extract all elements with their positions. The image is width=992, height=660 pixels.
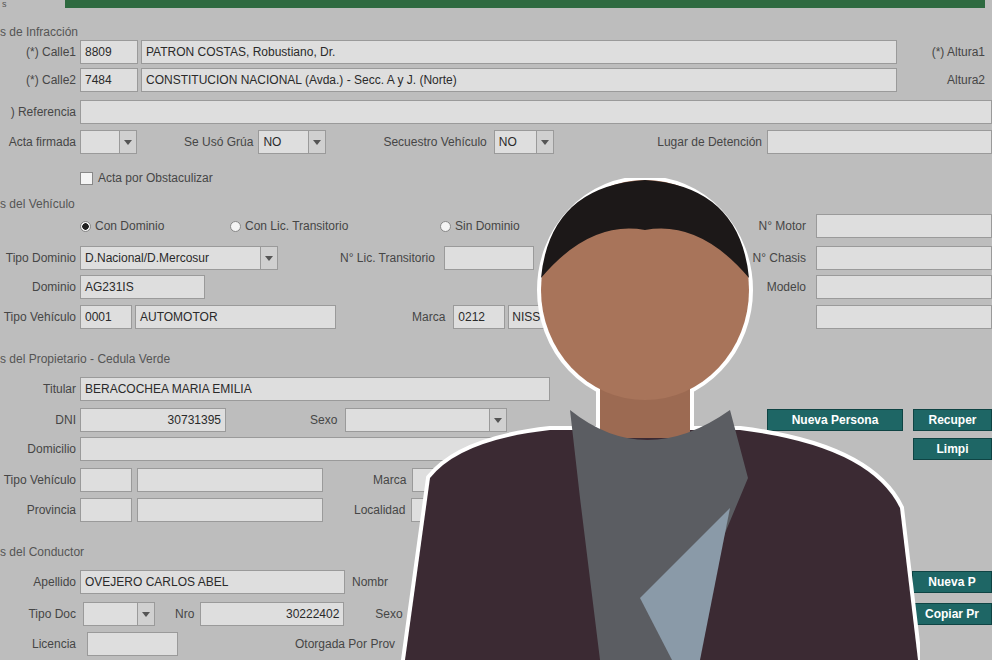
- tipo-field[interactable]: [137, 468, 323, 492]
- clear-button[interactable]: Limpi: [913, 438, 992, 460]
- field-label: DNI: [0, 413, 80, 427]
- acta-firmada-select[interactable]: [80, 130, 137, 154]
- checkbox-label[interactable]: Acta por Obstaculizar: [98, 171, 213, 185]
- field-label: (*) Altura1: [905, 45, 992, 59]
- radio-option[interactable]: Con Dominio: [80, 219, 230, 233]
- dominio-field[interactable]: AG231IS: [80, 275, 205, 299]
- infraction-form-screen: s s de Infracción (*) Calle1 8809 PATRON…: [0, 0, 992, 660]
- titular-field[interactable]: BERACOCHEA MARIA EMILIA: [80, 377, 550, 401]
- provincia-code-field[interactable]: [80, 498, 132, 522]
- tipo-field[interactable]: AUTOMOTOR: [135, 305, 336, 329]
- street-name-field[interactable]: CONSTITUCION NACIONAL (Avda.) - Secc. A …: [141, 68, 897, 92]
- new-person-button[interactable]: Nueva Persona: [767, 409, 903, 431]
- radio-button[interactable]: [80, 221, 91, 232]
- obstaculizar-row: Acta por Obstaculizar: [0, 168, 992, 188]
- secuestro-select[interactable]: NO: [494, 130, 554, 154]
- tipo-vehiculo-row: Tipo Vehículo 0001 AUTOMOTOR Marca 0212 …: [0, 305, 992, 329]
- section-title: s de Infracción: [0, 25, 992, 39]
- field-label: Localidad: [354, 503, 405, 517]
- street-code-field[interactable]: 7484: [80, 68, 138, 92]
- nro-field[interactable]: 30222402: [200, 602, 344, 626]
- section-title: s del Vehículo: [0, 196, 992, 212]
- provincia-field[interactable]: [137, 498, 323, 522]
- grua-select[interactable]: NO: [258, 130, 326, 154]
- field-label: Sexo: [310, 413, 337, 427]
- field-label: Dominio: [0, 280, 80, 294]
- dropdown-arrow-icon[interactable]: [536, 131, 553, 153]
- dropdown-arrow-icon[interactable]: [137, 603, 154, 625]
- dominio-row: Dominio AG231IS Modelo: [0, 275, 992, 299]
- field-label: Se Usó Grúa: [184, 135, 253, 149]
- field-label: Tipo Vehículo: [0, 473, 80, 487]
- new-driver-button[interactable]: Nueva P: [912, 571, 992, 593]
- dni-row: DNI 30731395 Sexo Nueva Persona Recuper: [0, 408, 992, 432]
- radio-button[interactable]: [440, 221, 451, 232]
- checkbox[interactable]: [80, 172, 93, 185]
- lugar-detencion-field[interactable]: [767, 130, 992, 154]
- dropdown-arrow-icon[interactable]: [260, 247, 277, 269]
- extra-field[interactable]: [816, 305, 992, 329]
- field-label: Nro: [175, 607, 194, 621]
- field-label: Otorgada Por Prov: [295, 637, 395, 651]
- sexo-select[interactable]: [345, 408, 507, 432]
- tipo-dominio-select[interactable]: D.Nacional/D.Mercosur: [80, 246, 278, 270]
- field-label: Lugar de Detención: [657, 135, 762, 149]
- lic-transitorio-field[interactable]: [444, 246, 534, 270]
- tipo-code-field[interactable]: [80, 468, 132, 492]
- person-photo: [400, 178, 920, 660]
- section-title: s del Propietario - Cedula Verde: [0, 351, 992, 367]
- field-label: Altura2: [905, 73, 992, 87]
- reference-row: ) Referencia: [0, 100, 992, 124]
- field-label: Secuestro Vehículo: [383, 135, 486, 149]
- top-bar: s: [0, 0, 992, 8]
- apellido-field[interactable]: OVEJERO CARLOS ABEL: [80, 570, 345, 594]
- field-label: (*) Calle2: [0, 73, 80, 87]
- field-label: (*) Calle1: [0, 45, 80, 59]
- street-row: (*) Calle1 8809 PATRON COSTAS, Robustian…: [0, 40, 992, 64]
- modelo-field[interactable]: [816, 275, 992, 299]
- tipo-code-field[interactable]: 0001: [80, 305, 132, 329]
- chasis-field[interactable]: [816, 246, 992, 270]
- field-label: Apellido: [0, 575, 80, 589]
- field-label: Licencia: [0, 637, 80, 651]
- street-name-field[interactable]: PATRON COSTAS, Robustiano, Dr.: [141, 40, 897, 64]
- field-label: Nombr: [352, 575, 388, 589]
- motor-field[interactable]: [816, 214, 992, 238]
- copy-button[interactable]: Copiar Pr: [912, 603, 992, 625]
- radio-option[interactable]: Con Lic. Transitorio: [230, 219, 440, 233]
- acta-row: Acta firmada Se Usó Grúa NO Secuestro Ve…: [0, 130, 992, 154]
- dropdown-arrow-icon[interactable]: [308, 131, 325, 153]
- marca-code-field[interactable]: 0212: [453, 305, 505, 329]
- field-label: Tipo Dominio: [0, 251, 80, 265]
- dropdown-arrow-icon[interactable]: [119, 131, 136, 153]
- field-label: Sexo: [375, 607, 402, 621]
- dropdown-arrow-icon[interactable]: [489, 409, 506, 431]
- field-label: Acta firmada: [0, 135, 80, 149]
- field-label: Domicilio: [0, 442, 80, 456]
- field-label: Marca: [412, 310, 445, 324]
- licencia-field[interactable]: [87, 632, 178, 656]
- field-label: Marca: [373, 473, 406, 487]
- recover-button[interactable]: Recuper: [913, 409, 992, 431]
- header-bar: [65, 0, 985, 8]
- top-bar-label: s: [0, 0, 65, 8]
- titular-row: Titular BERACOCHEA MARIA EMILIA: [0, 377, 992, 401]
- dni-field[interactable]: 30731395: [80, 408, 226, 432]
- tipo-doc-select[interactable]: [83, 602, 155, 626]
- field-label: Titular: [0, 382, 80, 396]
- street-code-field[interactable]: 8809: [80, 40, 138, 64]
- field-label: Tipo Vehículo: [0, 310, 80, 324]
- field-label: ) Referencia: [0, 105, 80, 119]
- field-label: N° Lic. Transitorio: [340, 251, 435, 265]
- dominio-radio-row: Con Dominio Con Lic. Transitorio Sin Dom…: [0, 214, 992, 238]
- reference-field[interactable]: [80, 100, 992, 124]
- radio-button[interactable]: [230, 221, 241, 232]
- street-row: (*) Calle2 7484 CONSTITUCION NACIONAL (A…: [0, 68, 992, 92]
- field-label: Tipo Doc: [0, 607, 80, 621]
- field-label: Provincia: [0, 503, 80, 517]
- tipo-dominio-row: Tipo Dominio D.Nacional/D.Mercosur N° Li…: [0, 246, 992, 270]
- radio-option[interactable]: Sin Dominio: [440, 219, 520, 233]
